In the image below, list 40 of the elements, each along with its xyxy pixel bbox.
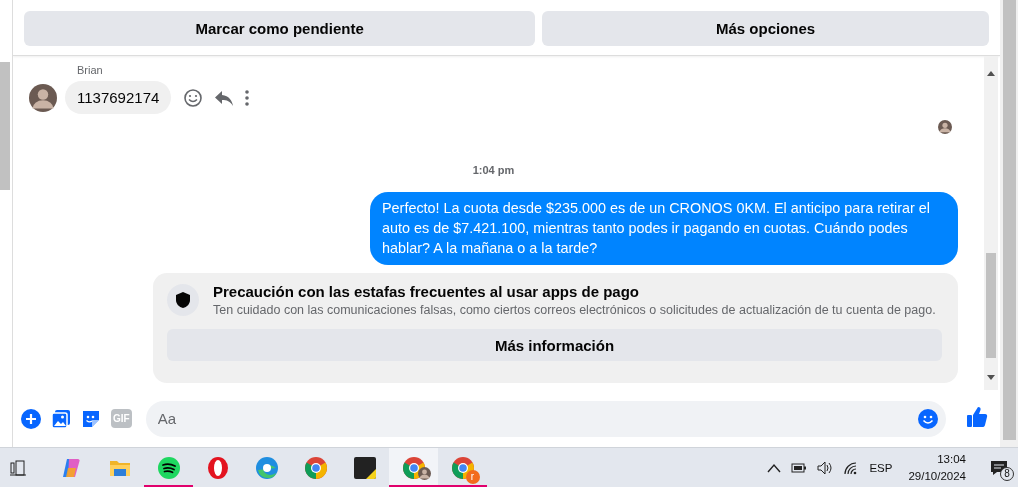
scrollbar-thumb[interactable] xyxy=(986,253,996,358)
emoji-icon[interactable] xyxy=(183,87,204,108)
timestamp: 1:04 pm xyxy=(472,164,515,176)
chevron-up-icon[interactable] xyxy=(767,462,782,473)
action-button[interactable]: Marcar como pendiente xyxy=(24,11,536,46)
sticker-icon[interactable] xyxy=(81,408,101,429)
sticky-note-icon[interactable] xyxy=(352,455,377,480)
sender-name: Brian xyxy=(77,64,104,78)
avatar xyxy=(29,83,57,112)
image-icon[interactable] xyxy=(51,408,71,429)
read-receipt-avatar xyxy=(938,120,952,134)
battery-icon[interactable] xyxy=(791,461,808,474)
reply-icon[interactable] xyxy=(215,89,234,106)
notice-title: Precaución con las estafas frecuentes al usar apps de pago xyxy=(213,283,640,300)
action-button[interactable]: Más opciones xyxy=(542,11,989,46)
message-bubble: Perfecto! La cuota desde $235.000 es de un CRONOS 0KM. El anticipo para retirar el auto es de $7.421.100, mientras tanto podes ir pagando en cuotas. Cuándo podes hablar? A la mañana o a la tarde? xyxy=(370,192,958,265)
emoji-icon[interactable] xyxy=(918,408,938,429)
scroll-up-icon[interactable] xyxy=(987,71,995,76)
chrome-icon[interactable] xyxy=(450,455,475,480)
clock[interactable]: 13:04 29/10/2024 xyxy=(908,450,966,485)
more-info-button[interactable]: Más información xyxy=(167,329,942,361)
profile-avatar xyxy=(417,466,431,480)
add-icon[interactable] xyxy=(21,408,41,429)
task-view-icon[interactable] xyxy=(10,459,26,476)
notification-icon[interactable] xyxy=(990,459,1008,476)
edge-icon[interactable] xyxy=(254,455,279,480)
shield-icon xyxy=(167,284,199,316)
scroll-down-icon[interactable] xyxy=(987,375,995,380)
language-indicator[interactable]: ESP xyxy=(869,461,893,474)
notice-text: Ten cuidado con las comunicaciones falsas, como ciertos correos electrónicos o solicitudes de actualización de tu cuenta de pago. xyxy=(213,303,936,317)
scrollbar-thumb[interactable] xyxy=(1003,0,1016,440)
chrome-icon[interactable] xyxy=(303,455,328,480)
opera-icon[interactable] xyxy=(205,455,230,480)
more-icon[interactable] xyxy=(245,89,250,106)
message-field[interactable]: Aa xyxy=(145,400,946,437)
speaker-icon[interactable] xyxy=(817,460,834,475)
thumbs-up-icon[interactable] xyxy=(966,405,988,428)
scrollbar-thumb[interactable] xyxy=(0,62,10,190)
message-bubble: 1137692174 xyxy=(65,81,172,114)
spotify-icon[interactable] xyxy=(156,455,181,480)
